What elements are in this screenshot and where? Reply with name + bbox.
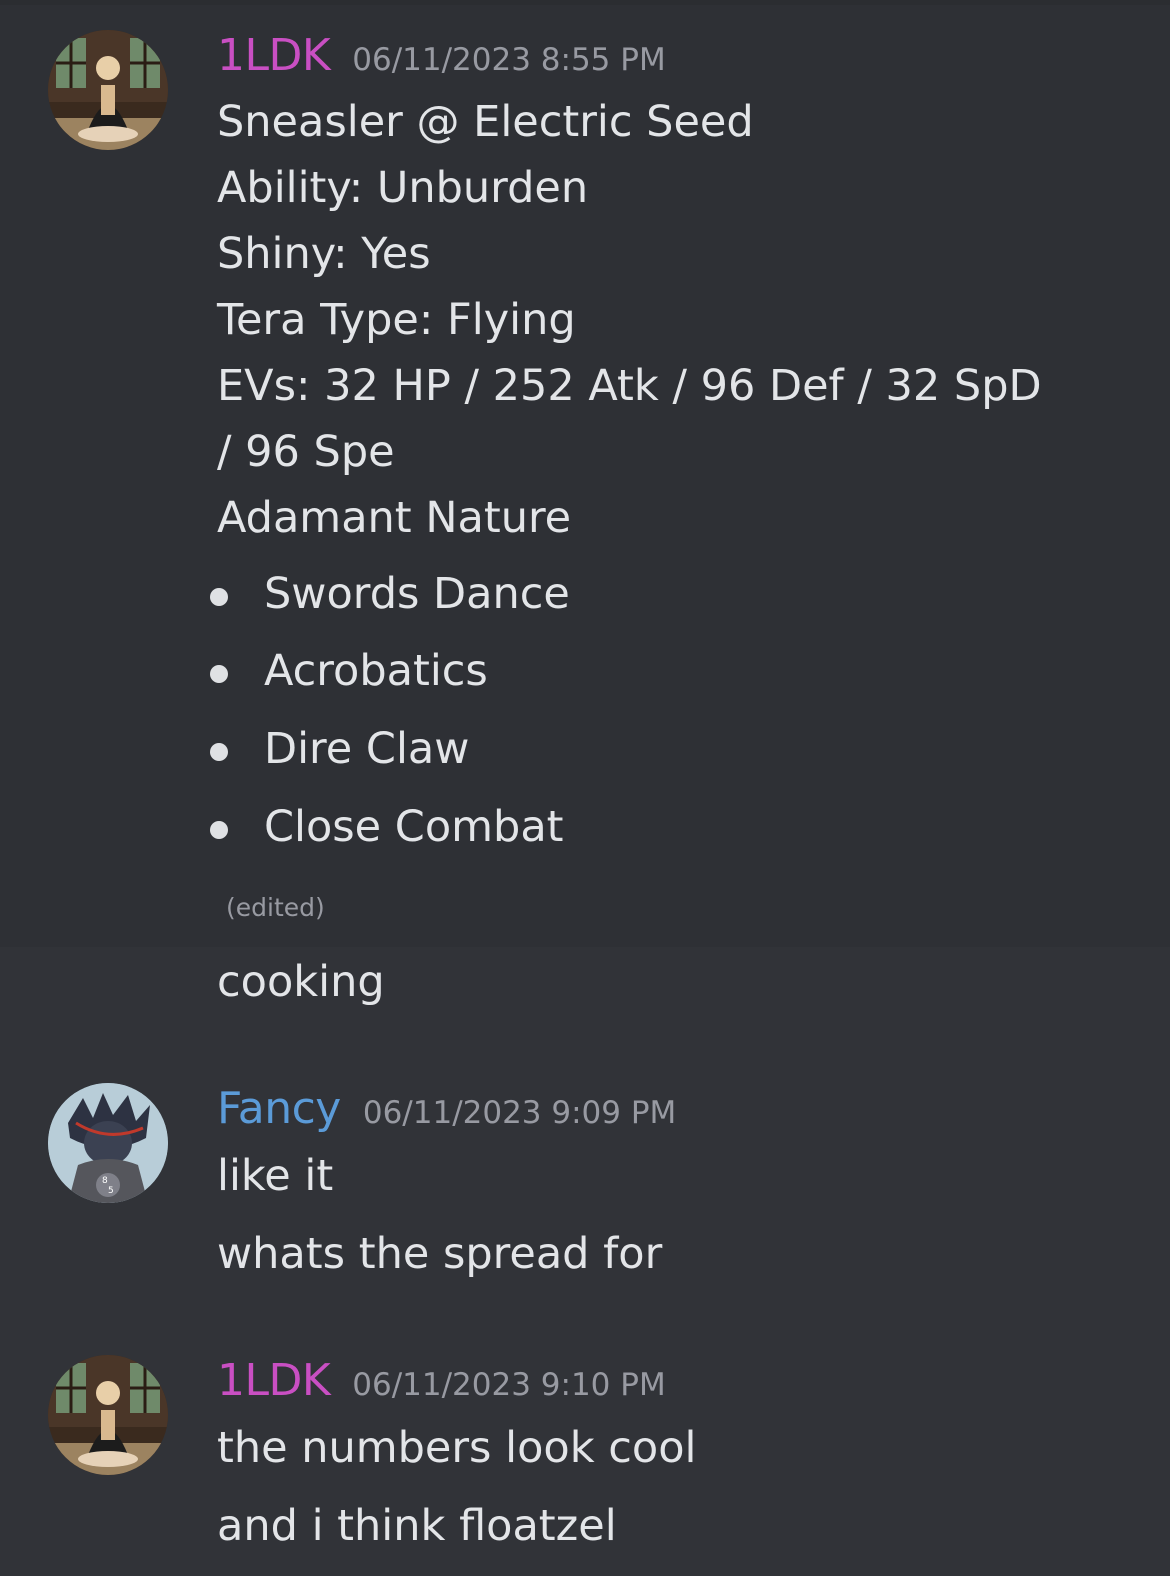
timestamp: 06/11/2023 8:55 PM xyxy=(352,42,666,78)
message-line: and i think floatzel xyxy=(217,1501,617,1551)
list-item: Dire Claw xyxy=(264,724,470,774)
message-header: Fancy 06/11/2023 9:09 PM xyxy=(217,1083,676,1134)
list-item: Acrobatics xyxy=(264,646,488,696)
message-line: Sneasler @ Electric Seed xyxy=(217,97,754,147)
list-item: Close Combat xyxy=(264,802,564,852)
message-line: / 96 Spe xyxy=(217,427,395,477)
message-line: Ability: Unburden xyxy=(217,163,589,213)
message-header: 1LDK 06/11/2023 9:10 PM xyxy=(217,1355,666,1406)
bullet-icon xyxy=(210,588,228,606)
bullet-icon xyxy=(210,743,228,761)
message-line: EVs: 32 HP / 252 Atk / 96 Def / 32 SpD xyxy=(217,361,1042,411)
message-header: 1LDK 06/11/2023 8:55 PM xyxy=(217,30,666,81)
message-line: Tera Type: Flying xyxy=(217,295,576,345)
timestamp: 06/11/2023 9:09 PM xyxy=(362,1095,677,1131)
message-line: Adamant Nature xyxy=(217,493,572,543)
avatar[interactable]: 8 5 xyxy=(48,1083,168,1203)
list-item: Swords Dance xyxy=(264,569,570,619)
message-line: Shiny: Yes xyxy=(217,229,431,279)
username[interactable]: Fancy xyxy=(217,1083,341,1134)
bullet-icon xyxy=(210,665,228,683)
avatar[interactable] xyxy=(48,1355,168,1475)
message-line: cooking xyxy=(217,957,385,1007)
message-line: whats the spread for xyxy=(217,1229,663,1279)
timestamp: 06/11/2023 9:10 PM xyxy=(352,1367,666,1403)
svg-text:8: 8 xyxy=(102,1176,108,1186)
avatar[interactable] xyxy=(48,30,168,150)
svg-text:5: 5 xyxy=(108,1186,114,1196)
message-line: like it xyxy=(217,1151,334,1201)
username[interactable]: 1LDK xyxy=(217,1355,331,1406)
edited-label: (edited) xyxy=(226,893,325,922)
message-line: the numbers look cool xyxy=(217,1423,697,1473)
bullet-icon xyxy=(210,821,228,839)
username[interactable]: 1LDK xyxy=(217,30,331,81)
